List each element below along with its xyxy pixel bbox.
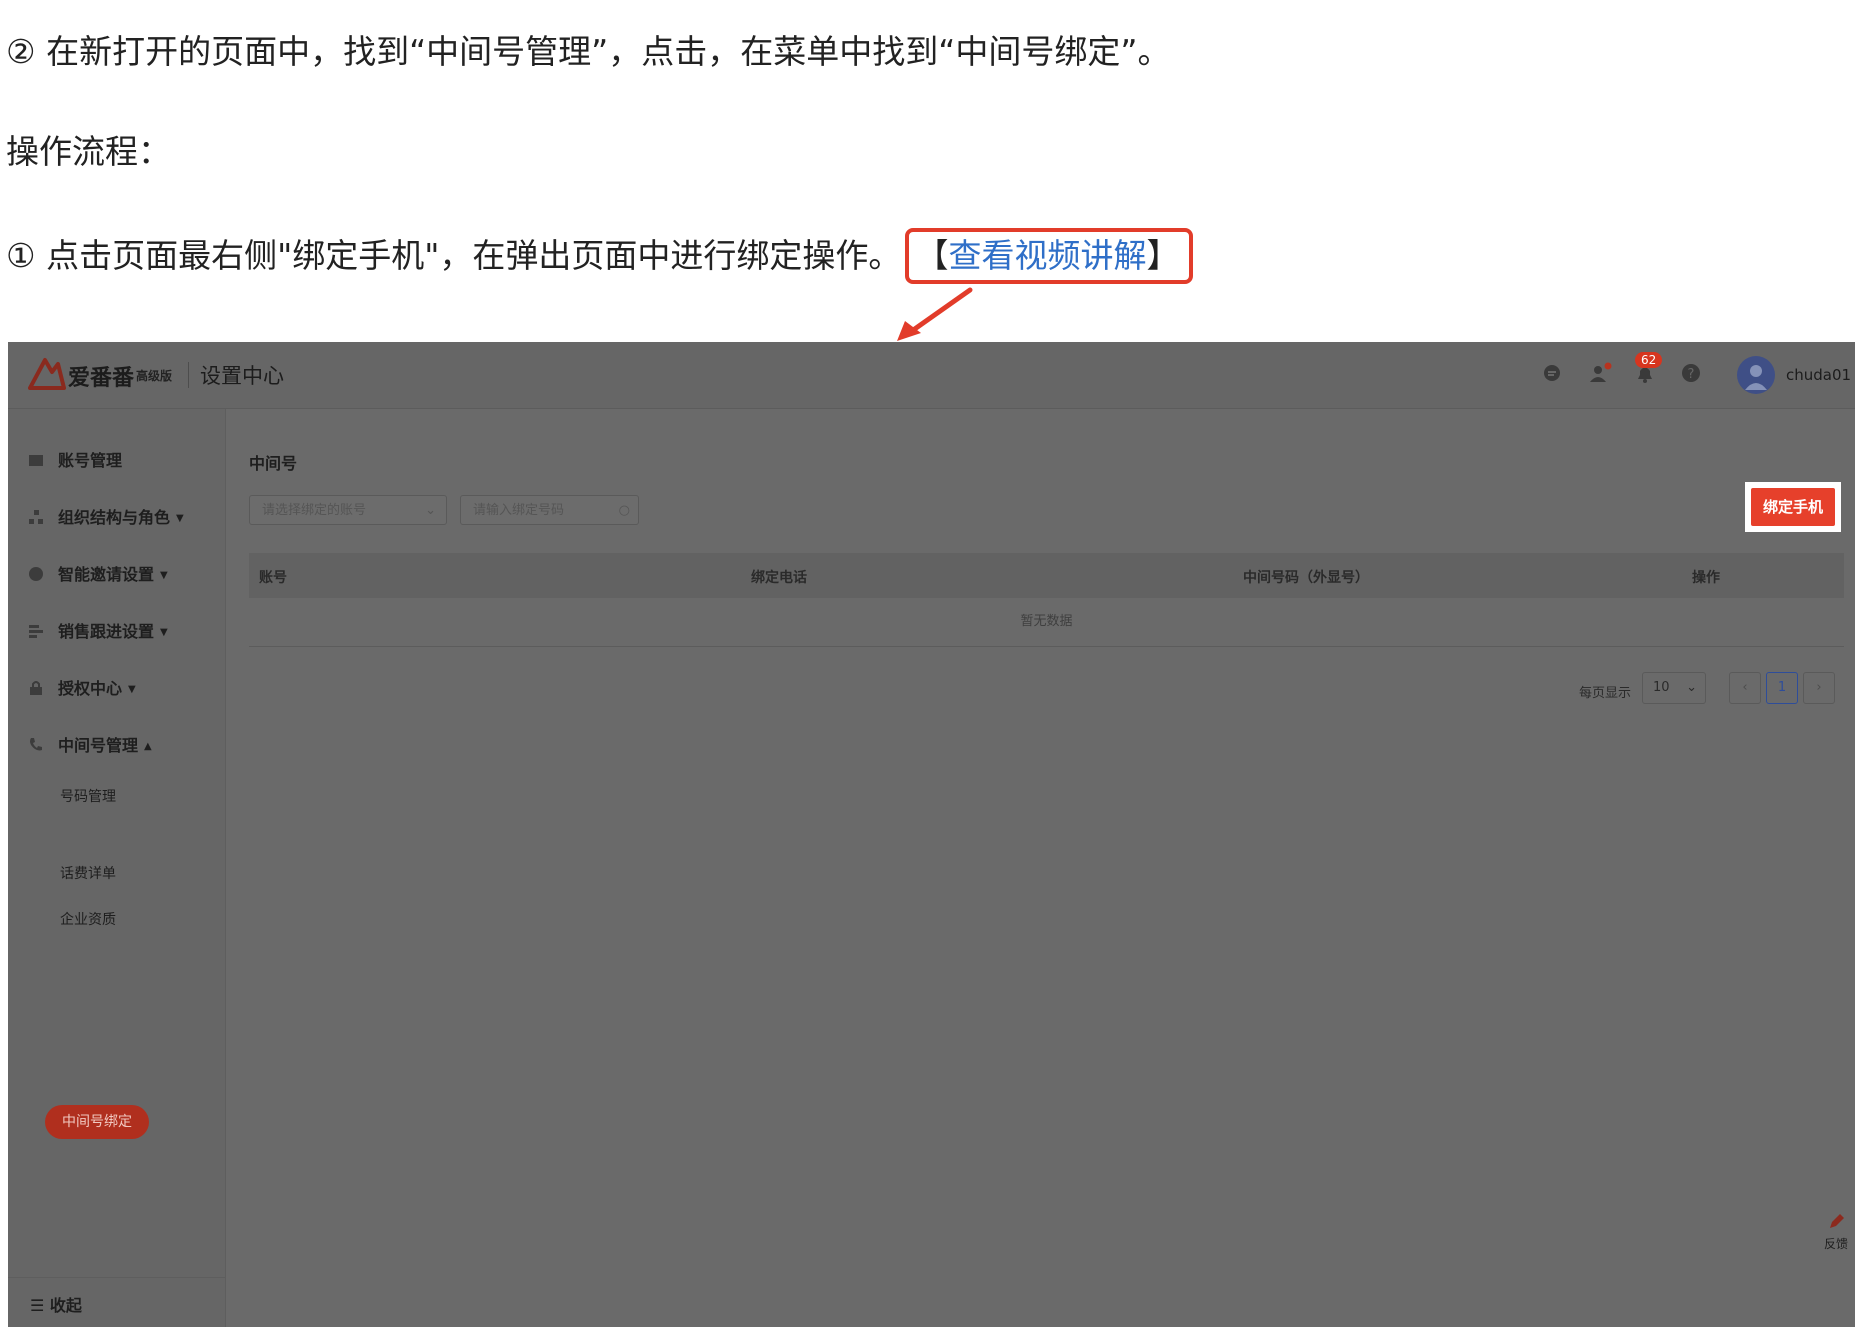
sidebar-divider <box>8 1277 225 1278</box>
sidebar-item-label: 销售跟进设置 <box>58 622 155 641</box>
sidebar-item-org[interactable]: 组织结构与角色 ▼ <box>28 504 184 528</box>
feedback-button[interactable]: 反馈 <box>1818 1212 1854 1272</box>
bracket-close: 】 <box>1146 236 1180 275</box>
step1-line: ① 点击页面最右侧"绑定手机"，在弹出页面中进行绑定操作。 【查看视频讲解】 <box>6 228 1194 284</box>
sidebar-item-invite[interactable]: 智能邀请设置 ▼ <box>28 561 168 585</box>
account-select[interactable]: 请选择绑定的账号 ⌄ <box>249 495 447 525</box>
video-link-highlight[interactable]: 【查看视频讲解】 <box>905 228 1194 284</box>
sidebar-item-auth[interactable]: 授权中心 ▼ <box>28 675 136 699</box>
empty-state: 暂无数据 <box>249 598 1844 647</box>
chevron-left-icon: ‹ <box>1742 680 1748 695</box>
avatar-person-icon <box>1745 365 1767 390</box>
select-placeholder: 请选择绑定的账号 <box>262 503 367 518</box>
lock-icon <box>30 681 42 695</box>
help-icon[interactable]: ? <box>1680 362 1702 384</box>
column-virtual-number: 中间号码（外显号） <box>1243 570 1369 586</box>
sidebar-item-virtual-number[interactable]: 中间号管理 ▲ <box>28 732 152 756</box>
edition-label: 高级版 <box>136 369 173 383</box>
notification-badge: 62 <box>1635 352 1663 368</box>
search-icon: ○ <box>618 503 630 518</box>
sidebar-item-label: 账号管理 <box>58 451 123 470</box>
app-screenshot: 爱番番 高级版 设置中心 62 ? chuda01 账号管理 组织结构与角色 ▼ <box>8 342 1855 1327</box>
sidebar: 账号管理 组织结构与角色 ▼ 智能邀请设置 ▼ 销售跟进设置 ▼ 授权中心 ▼ 中间号管… <box>8 409 226 1327</box>
avatar[interactable] <box>1737 356 1775 394</box>
chevron-right-icon: › <box>1816 680 1822 695</box>
caret-up-icon: ▲ <box>144 741 152 752</box>
folder-icon <box>29 455 43 466</box>
logo-icon <box>28 358 66 390</box>
phone-icon <box>30 738 42 751</box>
page-size-label: 每页显示 <box>1579 686 1632 701</box>
sidebar-item-label: 中间号管理 <box>58 736 139 755</box>
next-page-button[interactable]: › <box>1803 672 1835 704</box>
username[interactable]: chuda01 <box>1786 366 1851 384</box>
search-placeholder: 请输入绑定号码 <box>473 503 565 518</box>
chat-icon[interactable] <box>1541 362 1563 384</box>
brand-name: 爱番番 <box>68 366 135 391</box>
invite-icon <box>29 567 43 581</box>
page-title: 中间号 <box>249 454 298 473</box>
edit-icon <box>1830 1214 1844 1228</box>
collapse-icon: ☰ <box>30 1296 50 1315</box>
flow-title: 操作流程： <box>6 132 171 171</box>
search-input[interactable]: 请输入绑定号码 ○ <box>460 495 639 525</box>
column-account: 账号 <box>259 570 287 586</box>
feedback-label: 反馈 <box>1823 1237 1848 1251</box>
bracket-open: 【 <box>915 236 949 275</box>
caret-down-icon: ▼ <box>176 513 184 524</box>
list-icon <box>29 625 43 638</box>
sidebar-item-label: 授权中心 <box>58 679 123 698</box>
page-number-button[interactable]: 1 <box>1766 672 1798 704</box>
sub-item-number-manage[interactable]: 号码管理 <box>60 786 116 806</box>
sidebar-item-label: 智能邀请设置 <box>58 565 155 584</box>
red-arrow-icon <box>897 287 973 341</box>
chevron-down-icon: ⌄ <box>425 503 436 518</box>
caret-down-icon: ▼ <box>160 627 168 638</box>
sub-item-qualification[interactable]: 企业资质 <box>60 909 116 929</box>
user-alert-icon[interactable] <box>1588 362 1612 384</box>
collapse-button[interactable]: ☰ 收起 <box>30 1292 82 1316</box>
bind-phone-label: 绑定手机 <box>1751 488 1835 526</box>
caret-down-icon: ▼ <box>128 684 136 695</box>
page-size-value: 10 <box>1653 680 1670 695</box>
prev-page-button[interactable]: ‹ <box>1729 672 1761 704</box>
video-link[interactable]: 查看视频讲解 <box>948 236 1146 275</box>
collapse-label: 收起 <box>49 1296 82 1315</box>
org-chart-icon <box>29 510 43 524</box>
column-bound-phone: 绑定电话 <box>751 570 807 586</box>
page-size-select[interactable]: 10 ⌄ <box>1642 672 1706 704</box>
caret-down-icon: ▼ <box>160 570 168 581</box>
bind-phone-button[interactable]: 绑定手机 <box>1745 482 1841 532</box>
sidebar-item-label: 组织结构与角色 <box>58 508 171 527</box>
step2-text: ② 在新打开的页面中，找到“中间号管理”，点击，在菜单中找到“中间号绑定”。 <box>6 32 1171 71</box>
section-title: 设置中心 <box>200 364 284 388</box>
table-header: 账号 绑定电话 中间号码（外显号） 操作 <box>249 553 1844 598</box>
header-divider <box>188 362 189 388</box>
column-actions: 操作 <box>1692 570 1720 586</box>
step1-text: ① 点击页面最右侧"绑定手机"，在弹出页面中进行绑定操作。 <box>6 236 902 275</box>
svg-text:?: ? <box>1688 367 1695 382</box>
sidebar-item-sales[interactable]: 销售跟进设置 ▼ <box>28 618 168 642</box>
sub-item-virtual-binding[interactable]: 中间号绑定 <box>45 1105 149 1139</box>
sub-item-billing[interactable]: 话费详单 <box>60 863 116 883</box>
top-bar: 爱番番 高级版 设置中心 62 ? chuda01 <box>8 342 1855 409</box>
sidebar-item-account[interactable]: 账号管理 <box>28 447 122 471</box>
chevron-down-icon: ⌄ <box>1686 680 1697 695</box>
